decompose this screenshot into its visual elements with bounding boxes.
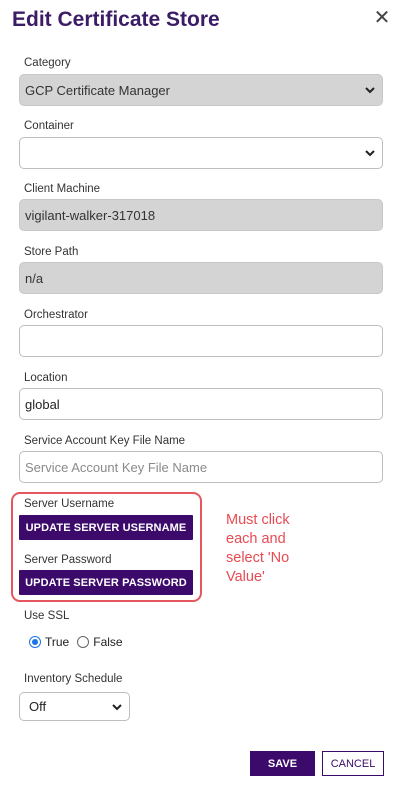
- category-value: GCP Certificate Manager: [25, 82, 170, 98]
- update-server-username-button[interactable]: UPDATE SERVER USERNAME: [19, 515, 193, 540]
- annotation-line: each and: [226, 531, 286, 547]
- annotation-line: Must click: [226, 512, 290, 528]
- inventory-schedule-select[interactable]: Off: [19, 692, 130, 721]
- ssl-false-label: False: [93, 635, 123, 649]
- chevron-down-icon: [365, 150, 375, 157]
- orchestrator-label: Orchestrator: [24, 309, 88, 321]
- location-label: Location: [24, 372, 68, 384]
- client-machine-label: Client Machine: [24, 183, 101, 195]
- ssl-true-radio[interactable]: [29, 636, 41, 648]
- location-field[interactable]: global: [19, 388, 383, 420]
- annotation-line: select 'No: [226, 550, 290, 566]
- container-label: Container: [24, 120, 74, 132]
- server-password-label: Server Password: [24, 554, 112, 566]
- annotation-note: Must click each and select 'No Value': [226, 511, 316, 587]
- client-machine-field: vigilant-walker-317018: [19, 199, 383, 231]
- use-ssl-label: Use SSL: [24, 610, 70, 622]
- service-account-key-field[interactable]: Service Account Key File Name: [19, 451, 383, 483]
- service-account-key-label: Service Account Key File Name: [24, 435, 186, 447]
- ssl-false-radio[interactable]: [77, 636, 90, 648]
- inventory-schedule-value: Off: [29, 699, 47, 714]
- store-path-field: n/a: [19, 262, 383, 294]
- use-ssl-radio-group: True False: [29, 635, 123, 649]
- store-path-label: Store Path: [24, 246, 79, 258]
- ssl-true-label: True: [45, 635, 70, 649]
- annotation-line: Value': [226, 569, 265, 585]
- chevron-down-icon: [112, 704, 122, 711]
- category-select: GCP Certificate Manager: [19, 74, 383, 106]
- store-path-value: n/a: [25, 270, 44, 286]
- service-account-key-placeholder: Service Account Key File Name: [25, 459, 208, 475]
- inventory-schedule-label: Inventory Schedule: [24, 673, 123, 685]
- save-button[interactable]: SAVE: [250, 751, 315, 776]
- server-username-label: Server Username: [24, 498, 115, 510]
- container-select[interactable]: [19, 137, 383, 169]
- cancel-button[interactable]: CANCEL: [322, 751, 384, 776]
- close-icon[interactable]: ✕: [372, 8, 392, 28]
- update-server-password-button[interactable]: UPDATE SERVER PASSWORD: [19, 570, 193, 595]
- orchestrator-field[interactable]: [19, 325, 383, 357]
- category-label: Category: [24, 57, 71, 69]
- dialog-title: Edit Certificate Store: [12, 8, 220, 31]
- chevron-down-icon: [365, 87, 375, 94]
- location-value: global: [25, 396, 60, 412]
- client-machine-value: vigilant-walker-317018: [25, 207, 156, 223]
